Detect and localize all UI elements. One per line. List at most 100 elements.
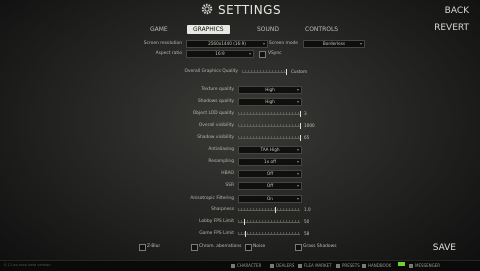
object-lod-quality-value: 3 bbox=[304, 111, 307, 116]
tab-game[interactable]: GAME bbox=[150, 26, 168, 33]
dealers-icon bbox=[270, 264, 274, 268]
handbook-icon bbox=[362, 264, 366, 268]
lobby-fps-limit-slider-handle[interactable] bbox=[244, 219, 245, 225]
revert-button[interactable]: REVERT bbox=[434, 23, 469, 33]
shadows-quality-select[interactable]: High ▾ bbox=[238, 98, 302, 106]
shadows-quality-value: High bbox=[265, 99, 275, 104]
lobby-fps-limit-label: Lobby FPS Limit bbox=[199, 219, 234, 224]
chevron-down-icon: ▾ bbox=[296, 159, 299, 164]
shadow-visibility-value: 65 bbox=[304, 135, 310, 140]
page-title: SETTINGS bbox=[218, 3, 282, 17]
resampling-value: 1x off bbox=[264, 159, 276, 164]
overall-visibility-slider[interactable] bbox=[238, 126, 300, 127]
presets-icon bbox=[336, 264, 340, 268]
chrom-aberrations-checkbox[interactable] bbox=[191, 244, 198, 251]
sharpness-value: 1.0 bbox=[304, 207, 311, 212]
sharpness-slider-handle[interactable] bbox=[275, 207, 276, 213]
nav-dealers-label: DEALERS bbox=[276, 263, 295, 268]
shadow-visibility-slider-handle[interactable] bbox=[300, 135, 301, 141]
antialiasing-label: Antialiasing bbox=[208, 147, 234, 152]
z-blur-label: Z-Blur bbox=[147, 244, 161, 249]
shadow-visibility-label: Shadow visibility bbox=[197, 135, 234, 140]
overall-quality-slider[interactable] bbox=[242, 72, 286, 73]
object-lod-quality-slider[interactable] bbox=[238, 114, 300, 115]
screen-resolution-label: Screen resolution bbox=[143, 41, 182, 46]
chevron-down-icon: ▾ bbox=[248, 51, 251, 56]
nav-character[interactable]: CHARACTER bbox=[231, 263, 261, 268]
nav-dealers[interactable]: DEALERS bbox=[270, 263, 294, 268]
object-lod-quality-slider-handle[interactable] bbox=[300, 111, 301, 117]
anisotropic-filtering-label: Anisotropic Filtering bbox=[190, 196, 234, 201]
screen-resolution-value: 2560x1440 (16:9) bbox=[208, 41, 246, 46]
sharpness-label: Sharpness bbox=[211, 207, 234, 212]
noise-checkbox[interactable] bbox=[245, 244, 252, 251]
nav-character-label: CHARACTER bbox=[237, 263, 262, 268]
game-fps-limit-label: Game FPS Limit bbox=[199, 231, 234, 236]
grass-shadows-label: Grass Shadows bbox=[303, 244, 337, 249]
ssr-label: SSR bbox=[225, 183, 234, 188]
overall-quality-value: Custom bbox=[291, 69, 308, 74]
overall-quality-slider-handle[interactable] bbox=[286, 69, 287, 75]
nav-flea-market[interactable]: FLEA MARKET bbox=[298, 263, 332, 268]
shadow-visibility-slider[interactable] bbox=[238, 138, 300, 139]
nav-presets-label: PRESETS bbox=[342, 263, 360, 268]
messenger-icon bbox=[409, 264, 413, 268]
status-indicator bbox=[398, 262, 405, 266]
sharpness-slider[interactable] bbox=[238, 210, 300, 211]
screen-mode-select[interactable]: Borderless ▾ bbox=[303, 40, 365, 48]
resampling-label: Resampling bbox=[208, 159, 234, 164]
nav-flea-market-label: FLEA MARKET bbox=[304, 263, 332, 268]
version-text: 0.12.xx.xxxx beta version bbox=[4, 263, 51, 267]
aspect-ratio-label: Aspect ratio bbox=[155, 51, 182, 56]
save-button[interactable]: SAVE bbox=[433, 243, 456, 253]
tab-graphics[interactable]: GRAPHICS bbox=[187, 25, 230, 34]
ssr-select[interactable]: Off ▾ bbox=[238, 182, 302, 190]
grass-shadows-checkbox[interactable] bbox=[295, 244, 302, 251]
hbao-label: HBAO bbox=[221, 171, 234, 176]
chevron-down-icon: ▾ bbox=[359, 41, 362, 46]
texture-quality-label: Texture quality bbox=[201, 87, 235, 92]
back-button[interactable]: BACK bbox=[445, 6, 469, 16]
resampling-select[interactable]: 1x off ▾ bbox=[238, 158, 302, 166]
chevron-down-icon: ▾ bbox=[296, 171, 299, 176]
game-fps-limit-slider-handle[interactable] bbox=[245, 231, 246, 237]
overall-visibility-slider-handle[interactable] bbox=[300, 123, 301, 129]
nav-messenger[interactable]: MESSENGER bbox=[409, 263, 440, 268]
screen-mode-label: Screen mode bbox=[269, 41, 298, 46]
texture-quality-select[interactable]: High ▾ bbox=[238, 86, 302, 94]
ssr-value: Off bbox=[266, 183, 274, 188]
character-icon bbox=[231, 264, 235, 268]
object-lod-quality-label: Object LOD quality bbox=[192, 111, 234, 116]
aspect-ratio-value: 16:9 bbox=[215, 51, 225, 56]
chevron-down-icon: ▾ bbox=[296, 183, 299, 188]
anisotropic-filtering-select[interactable]: On ▾ bbox=[238, 195, 302, 203]
texture-quality-value: High bbox=[265, 87, 275, 92]
screen-mode-value: Borderless bbox=[322, 41, 346, 46]
shadows-quality-label: Shadows quality bbox=[197, 99, 234, 104]
antialiasing-select[interactable]: TAA High ▾ bbox=[238, 146, 302, 154]
overall-quality-label: Overall Graphics Quality bbox=[184, 69, 238, 74]
vsync-checkbox[interactable] bbox=[259, 51, 266, 58]
z-blur-checkbox[interactable] bbox=[139, 244, 146, 251]
chevron-down-icon: ▾ bbox=[296, 87, 299, 92]
antialiasing-value: TAA High bbox=[260, 147, 280, 152]
screen-resolution-select[interactable]: 2560x1440 (16:9) ▾ bbox=[186, 40, 268, 48]
gear-icon bbox=[201, 3, 213, 15]
chevron-down-icon: ▾ bbox=[296, 196, 299, 201]
chrom-aberrations-label: Chrom. aberrations bbox=[199, 244, 242, 249]
nav-handbook[interactable]: HANDBOOK bbox=[362, 263, 391, 268]
hbao-select[interactable]: Off ▾ bbox=[238, 170, 302, 178]
tab-sound[interactable]: SOUND bbox=[257, 26, 279, 33]
game-fps-limit-slider[interactable] bbox=[238, 234, 300, 235]
overall-visibility-label: Overall visibility bbox=[198, 123, 234, 128]
flea-market-icon bbox=[298, 264, 302, 268]
lobby-fps-limit-value: 50 bbox=[304, 219, 310, 224]
tab-controls[interactable]: CONTROLS bbox=[305, 26, 338, 33]
anisotropic-filtering-value: On bbox=[267, 196, 273, 201]
nav-presets[interactable]: PRESETS bbox=[336, 263, 360, 268]
lobby-fps-limit-slider[interactable] bbox=[238, 222, 300, 223]
chevron-down-icon: ▾ bbox=[296, 147, 299, 152]
vsync-label: VSync bbox=[268, 51, 282, 56]
aspect-ratio-select[interactable]: 16:9 ▾ bbox=[186, 50, 254, 58]
hbao-value: Off bbox=[266, 171, 274, 176]
